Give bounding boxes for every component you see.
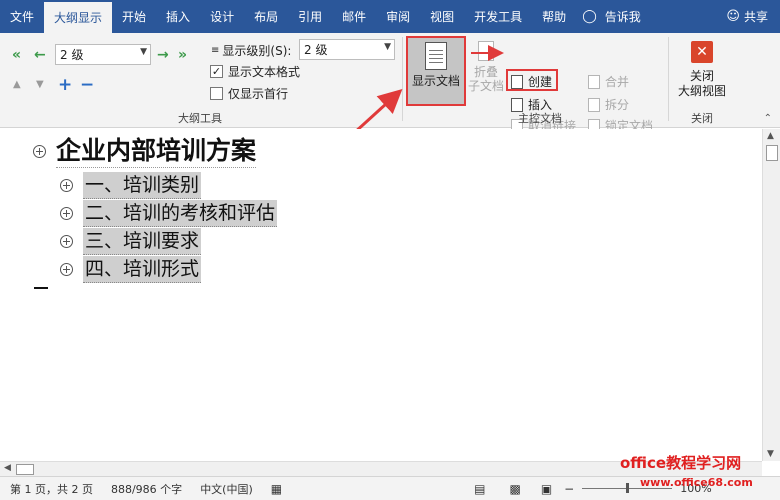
outline-heading-2[interactable]: 一、培训类别 xyxy=(60,172,202,199)
outline-heading-1[interactable]: 企业内部培训方案 xyxy=(33,135,257,168)
zoom-out-icon[interactable]: − xyxy=(564,482,574,496)
expand-plus-icon[interactable] xyxy=(60,235,73,248)
page-count[interactable]: 第 1 页，共 2 页 xyxy=(10,481,93,497)
outline-heading-2[interactable]: 二、培训的考核和评估 xyxy=(60,200,278,227)
expand-plus-icon[interactable] xyxy=(60,263,73,276)
heading-item: 三、培训要求 xyxy=(83,228,202,255)
scroll-thumb[interactable] xyxy=(16,464,34,475)
web-layout-icon[interactable]: ▣ xyxy=(541,482,552,496)
expand-plus-icon[interactable] xyxy=(60,207,73,220)
heading-item: 二、培训的考核和评估 xyxy=(83,200,278,227)
read-mode-icon[interactable]: ▤ xyxy=(474,482,485,496)
vertical-scrollbar[interactable]: ▲ ▼ xyxy=(762,129,780,461)
document-title: 企业内部培训方案 xyxy=(56,135,257,168)
scroll-thumb[interactable] xyxy=(766,145,778,161)
word-count[interactable]: 888/986 个字 xyxy=(111,481,182,497)
language[interactable]: 中文(中国) xyxy=(200,481,253,497)
scroll-down-icon[interactable]: ▼ xyxy=(767,449,774,459)
text-cursor xyxy=(34,287,48,289)
macro-icon[interactable]: ▦ xyxy=(271,482,282,496)
expand-plus-icon[interactable] xyxy=(33,145,46,158)
watermark-url: www.office68.com xyxy=(640,476,753,489)
scroll-up-icon[interactable]: ▲ xyxy=(767,131,774,141)
scroll-left-icon[interactable]: ◀ xyxy=(4,463,11,473)
expand-plus-icon[interactable] xyxy=(60,179,73,192)
heading-item: 四、培训形式 xyxy=(83,256,202,283)
outline-heading-2[interactable]: 三、培训要求 xyxy=(60,228,202,255)
document-area[interactable]: 企业内部培训方案 一、培训类别 二、培训的考核和评估 三、培训要求 四、培训形式 xyxy=(0,129,762,461)
heading-item: 一、培训类别 xyxy=(83,172,202,199)
outline-heading-2[interactable]: 四、培训形式 xyxy=(60,256,202,283)
print-layout-icon[interactable]: ▩ xyxy=(509,482,520,496)
watermark-logo: office教程学习网 xyxy=(620,454,742,472)
